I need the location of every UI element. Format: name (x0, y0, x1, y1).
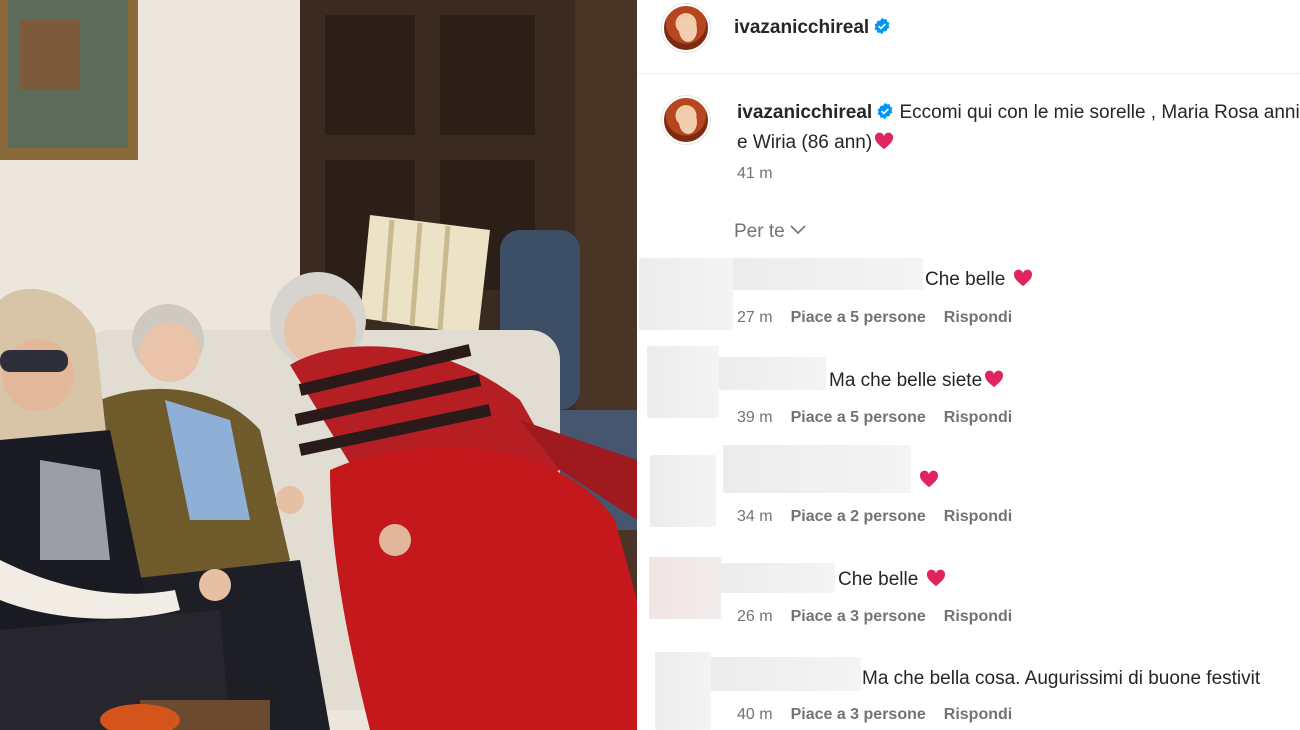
comment-avatar-blurred[interactable] (655, 652, 711, 730)
comment-username-blurred[interactable] (721, 563, 835, 593)
comments-panel: ivazanicchireal ivazanicchireal Eccomi q… (637, 0, 1300, 730)
comment-text: Che belle (925, 269, 1033, 291)
author-avatar[interactable] (662, 4, 710, 52)
comment-text-1: Che belle (925, 269, 1006, 290)
comment-meta: 39 m Piace a 5 persone Rispondi (737, 409, 1012, 427)
header-username[interactable]: ivazanicchireal (734, 17, 891, 39)
comment-filter-label: Per te (734, 221, 785, 242)
comment-avatar-blurred[interactable] (650, 455, 716, 527)
comment-username-blurred[interactable] (719, 357, 826, 390)
comment-meta: 26 m Piace a 3 persone Rispondi (737, 608, 1012, 626)
comment-reply-button[interactable]: Rispondi (944, 608, 1012, 625)
comment-time: 40 m (737, 706, 773, 723)
comment-username-blurred[interactable] (723, 445, 911, 493)
comment-text: Ma che belle siete (829, 370, 1004, 392)
comment-avatar-blurred[interactable] (647, 346, 719, 418)
comment-text-4: Che belle (838, 569, 919, 590)
heart-emoji-icon (926, 569, 945, 587)
comment-text: Che belle (838, 569, 946, 591)
post-header: ivazanicchireal (637, 0, 1300, 74)
comment-likes-button[interactable]: Piace a 3 persone (791, 706, 926, 723)
heart-emoji-icon (919, 470, 939, 488)
verified-badge-icon (877, 102, 893, 120)
comment-reply-button[interactable]: Rispondi (944, 706, 1012, 723)
chevron-down-icon (790, 225, 806, 235)
comment-avatar-blurred[interactable] (639, 258, 733, 330)
comment-text-5: Ma che bella cosa. Augurissimi di buone … (862, 668, 1261, 689)
comment-likes-button[interactable]: Piace a 3 persone (791, 608, 926, 625)
caption-avatar[interactable] (662, 96, 710, 144)
post-photo[interactable] (0, 0, 637, 730)
post-caption: ivazanicchireal Eccomi qui con le mie so… (737, 98, 1300, 158)
verified-badge-icon (874, 17, 890, 35)
comment-text: Ma che bella cosa. Augurissimi di buone … (862, 668, 1260, 690)
comment-filter-dropdown[interactable]: Per te (734, 221, 807, 243)
comment-username-blurred[interactable] (711, 657, 861, 691)
comment-time: 26 m (737, 608, 773, 625)
heart-emoji-icon (875, 132, 894, 150)
comment-time: 27 m (737, 309, 773, 326)
comment-reply-button[interactable]: Rispondi (944, 409, 1012, 426)
header-username-text[interactable]: ivazanicchireal (734, 17, 869, 38)
heart-emoji-icon (985, 370, 1004, 388)
comment-likes-button[interactable]: Piace a 2 persone (791, 508, 926, 525)
caption-username[interactable]: ivazanicchireal (737, 102, 872, 123)
comment-username-blurred[interactable] (733, 258, 923, 290)
heart-emoji-icon (1013, 269, 1032, 287)
comment-likes-button[interactable]: Piace a 5 persone (791, 409, 926, 426)
comment-reply-button[interactable]: Rispondi (944, 309, 1012, 326)
comment-reply-button[interactable]: Rispondi (944, 508, 1012, 525)
caption-time: 41 m (737, 165, 773, 182)
comment-avatar-blurred[interactable] (649, 557, 721, 619)
comment-meta: 34 m Piace a 2 persone Rispondi (737, 508, 1012, 526)
photo-illustration (0, 0, 637, 730)
comment-likes-button[interactable]: Piace a 5 persone (791, 309, 926, 326)
comment-time: 34 m (737, 508, 773, 525)
comment-text (917, 470, 939, 492)
comment-meta: 40 m Piace a 3 persone Rispondi (737, 706, 1012, 724)
comment-meta: 27 m Piace a 5 persone Rispondi (737, 309, 1012, 327)
comment-text-2: Ma che belle siete (829, 370, 983, 391)
comment-time: 39 m (737, 409, 773, 426)
